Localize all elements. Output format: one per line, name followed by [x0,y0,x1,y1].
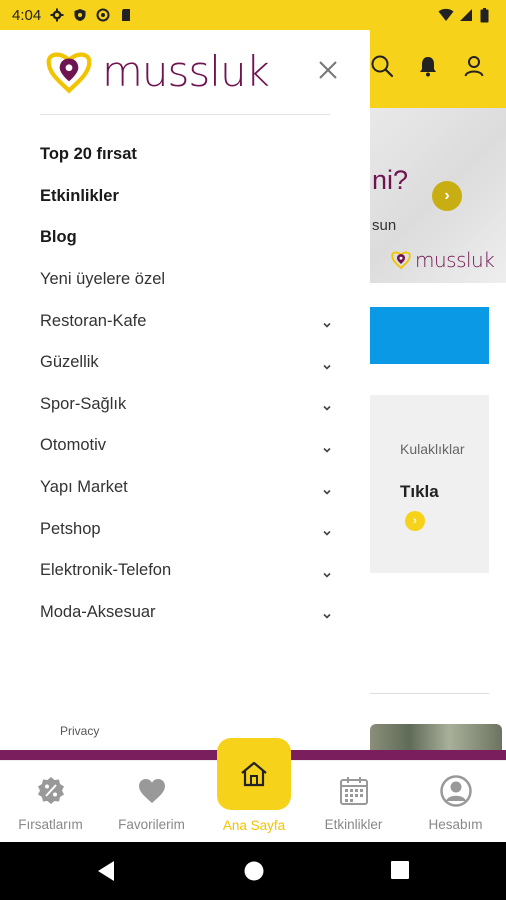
banner-logo-text: mussluk [415,248,495,272]
drawer-menu: Top 20 fırsat Etkinlikler Blog Yeni üyelere… [40,134,332,633]
bell-icon[interactable] [416,54,440,78]
back-icon[interactable] [96,860,116,887]
divider [370,693,489,694]
banner-subtext: sun [372,217,397,234]
at-sign-icon [96,8,110,22]
nav-label: Etkinlikler [324,817,383,832]
menu-item-label: Moda-Aksesuar [40,602,156,621]
banner-logo: mussluk [390,248,495,272]
menu-item[interactable]: Otomotiv [40,425,332,467]
account-circle-icon [439,775,472,807]
menu-item[interactable]: Elektronik-Telefon [40,550,332,592]
menu-item[interactable]: Yeni üyelere özel [40,259,332,301]
menu-item-label: Blog [40,228,77,247]
menu-item-label: Spor-Sağlık [40,394,127,413]
drawer-logo[interactable]: mussluk [40,47,270,96]
sd-card-icon [119,8,133,22]
discount-badge-icon [35,775,67,807]
menu-item-label: Yapı Market [40,478,128,497]
status-left: 4:04 [12,7,133,24]
blue-banner[interactable] [370,307,489,364]
menu-item[interactable]: Top 20 fırsat [40,134,332,176]
drawer-divider [40,114,330,115]
chevron-right-icon[interactable]: › [405,511,425,531]
nav-firsatlarim[interactable]: Fırsatlarım [0,761,101,843]
chevron-down-icon[interactable] [322,441,332,453]
nav-etkinlikler[interactable]: Etkinlikler [303,761,404,843]
menu-item[interactable]: Moda-Aksesuar [40,592,332,634]
menu-item-label: Etkinlikler [40,186,119,205]
chevron-down-icon[interactable] [322,399,332,411]
nav-label-active: Ana Sayfa [222,818,286,833]
close-icon [319,61,337,79]
privacy-link[interactable]: Privacy [60,724,99,738]
gear-icon [50,8,64,22]
menu-item-label: Elektronik-Telefon [40,561,172,580]
calendar-icon [338,775,370,807]
menu-item-label: Yeni üyelere özel [40,270,166,289]
menu-item[interactable]: Etkinlikler [40,176,332,218]
menu-item-label: Top 20 fırsat [40,145,137,164]
home-icon [241,761,267,787]
chevron-down-icon[interactable] [322,358,332,370]
nav-hesabim[interactable]: Hesabım [405,761,506,843]
chevron-down-icon[interactable] [322,566,332,578]
menu-item[interactable]: Restoran-Kafe [40,300,332,342]
chevron-down-icon[interactable] [322,524,332,536]
card-cta[interactable]: Tıkla [400,482,439,502]
menu-item-label: Restoran-Kafe [40,311,147,330]
heart-pin-logo-icon [391,251,411,270]
navigation-drawer: mussluk Top 20 fırsat Etkinlikler Blog Yeni… [0,30,370,750]
chevron-down-icon[interactable] [322,316,332,328]
nav-label: Fırsatlarım [18,817,83,832]
header-icons [370,54,486,78]
menu-item[interactable]: Yapı Market [40,467,332,509]
heart-pin-logo-icon [46,52,92,94]
menu-item[interactable]: Spor-Sağlık [40,384,332,426]
signal-icon [459,8,473,22]
chevron-down-icon[interactable] [322,483,332,495]
drawer-logo-text: mussluk [102,47,270,96]
status-bar: 4:04 [0,0,506,30]
chevron-down-icon[interactable] [322,607,332,619]
menu-item[interactable]: Blog [40,217,332,259]
user-icon[interactable] [462,54,486,78]
system-navigation-bar [0,842,506,900]
nav-favorilerim[interactable]: Favorilerim [101,761,202,843]
menu-item-label: Güzellik [40,353,99,372]
menu-item[interactable]: Petshop [40,508,332,550]
home-circle-icon[interactable] [243,860,265,887]
heart-icon [136,775,168,807]
menu-item-label: Petshop [40,519,101,538]
banner-text: ni? [372,165,409,195]
nav-label: Favorilerim [118,817,185,832]
menu-item[interactable]: Güzellik [40,342,332,384]
chevron-right-icon[interactable]: › [432,181,462,211]
photo-strip[interactable] [370,724,502,750]
shield-icon [73,8,87,22]
search-icon[interactable] [370,54,394,78]
close-button[interactable] [316,58,340,82]
battery-icon [480,8,494,23]
status-time: 4:04 [12,6,42,24]
status-right [438,8,494,23]
card-label: Kulaklıklar [400,441,465,457]
recents-icon[interactable] [390,860,410,885]
wifi-icon [438,8,454,22]
menu-item-label: Otomotiv [40,436,107,455]
nav-label: Hesabım [428,817,483,832]
nav-ana-sayfa[interactable] [217,738,291,810]
